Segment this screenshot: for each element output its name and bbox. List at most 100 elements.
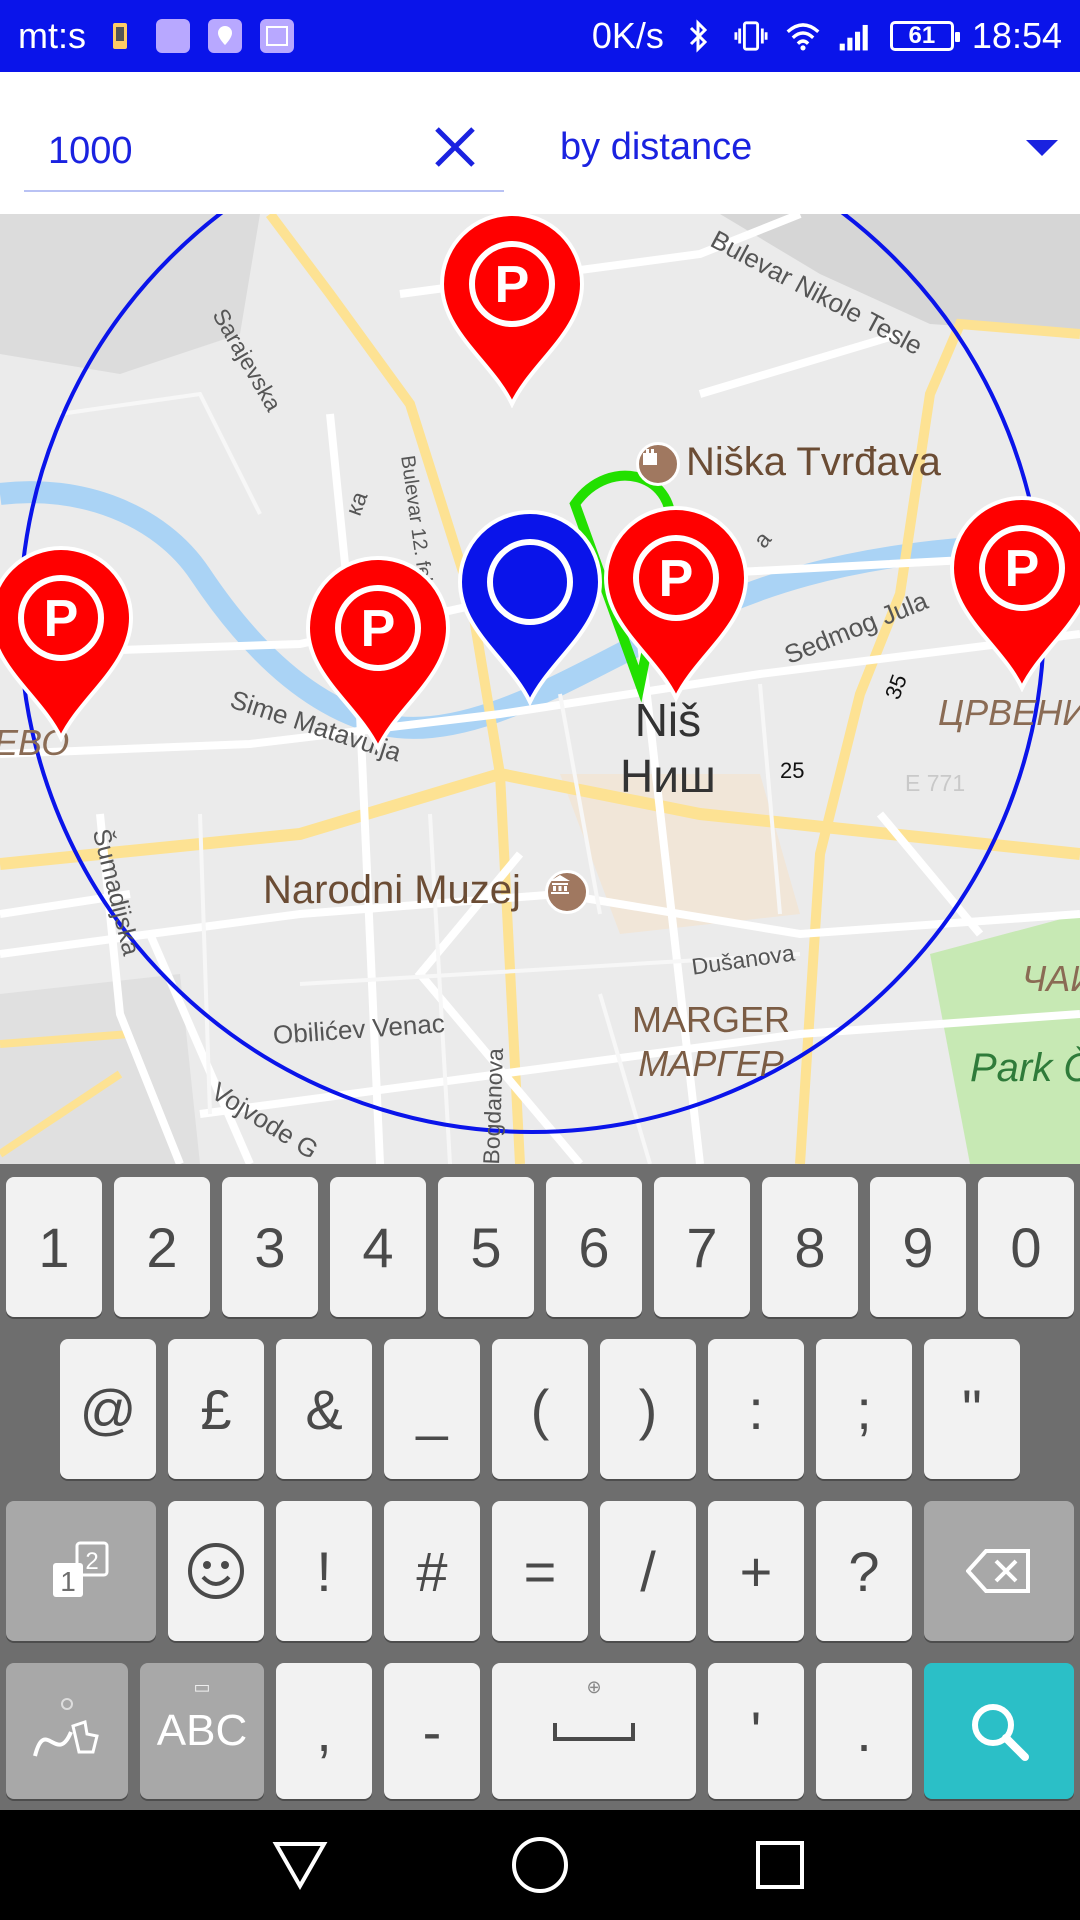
key-label: 2 — [146, 1215, 178, 1279]
key-label: 8 — [794, 1215, 826, 1279]
parking-pin[interactable]: P — [0, 546, 137, 742]
numeric-keyboard: 1 2 3 4 5 6 7 8 9 0 @ £ & _ ( ) : ; " 12… — [0, 1164, 1080, 1810]
bluetooth-icon — [682, 19, 716, 53]
key-equals[interactable]: = — [492, 1501, 588, 1641]
key-pound[interactable]: £ — [168, 1339, 264, 1479]
district-label-marger-latin: MARGER — [632, 999, 791, 1040]
back-icon — [272, 1842, 328, 1890]
key-label: # — [416, 1539, 448, 1603]
key-label: " — [962, 1377, 982, 1441]
status-right: 0K/s 61 18:54 — [592, 0, 1062, 72]
key-close-paren[interactable]: ) — [600, 1339, 696, 1479]
key-2[interactable]: 2 — [114, 1177, 210, 1317]
key-open-paren[interactable]: ( — [492, 1339, 588, 1479]
key-exclamation[interactable]: ! — [276, 1501, 372, 1641]
key-emoji[interactable] — [168, 1501, 264, 1641]
parking-pin[interactable]: P — [946, 496, 1080, 692]
place-label-niska-tvrdjava: Niška Tvrđava — [686, 440, 941, 484]
key-slash[interactable]: / — [600, 1501, 696, 1641]
key-4[interactable]: 4 — [330, 1177, 426, 1317]
svg-text:1: 1 — [60, 1566, 76, 1597]
map-view[interactable]: Sarajevska Bulevar Nikole Tesle Niška Tv… — [0, 214, 1080, 1164]
key-label: ; — [856, 1377, 872, 1441]
signal-icon — [838, 19, 872, 53]
key-period[interactable]: . — [816, 1663, 912, 1799]
city-label-nis-cyrillic: Ниш — [620, 750, 716, 802]
close-icon — [435, 127, 475, 167]
sort-dropdown[interactable]: by distance — [560, 112, 1070, 182]
key-9[interactable]: 9 — [870, 1177, 966, 1317]
parking-pin-label: P — [361, 600, 396, 658]
key-plus[interactable]: + — [708, 1501, 804, 1641]
key-label: . — [856, 1699, 872, 1763]
key-6[interactable]: 6 — [546, 1177, 642, 1317]
keyboard-icon — [156, 19, 190, 53]
home-button[interactable] — [505, 1835, 575, 1895]
search-icon — [972, 1704, 1029, 1761]
key-label: ) — [638, 1377, 658, 1441]
recents-button[interactable] — [745, 1835, 815, 1895]
screen: mt:s 0K/s 61 18:54 1000 by distance Sara… — [0, 0, 1080, 1920]
key-label: 5 — [470, 1215, 502, 1279]
key-label: ABC — [156, 1706, 248, 1755]
key-abc[interactable]: ▭ ABC — [140, 1663, 264, 1799]
net-speed-label: 0K/s — [591, 15, 664, 56]
key-search[interactable] — [924, 1663, 1074, 1799]
key-handwriting[interactable] — [6, 1663, 128, 1799]
key-ampersand[interactable]: & — [276, 1339, 372, 1479]
key-label: _ — [416, 1377, 448, 1441]
clock: 18:54 — [971, 15, 1062, 56]
key-7[interactable]: 7 — [654, 1177, 750, 1317]
key-label: ? — [848, 1539, 880, 1603]
key-at[interactable]: @ — [60, 1339, 156, 1479]
wifi-icon — [786, 19, 820, 53]
parking-pin[interactable]: P — [600, 506, 752, 702]
key-label: 1 — [38, 1215, 70, 1279]
sort-selected-label: by distance — [560, 125, 753, 168]
district-label-crveni-krst: ЦРВЕНИ — [938, 692, 1080, 733]
key-dash[interactable]: - — [384, 1663, 480, 1799]
key-label: ' — [750, 1699, 762, 1763]
parking-pin-label: P — [1005, 540, 1040, 598]
clear-button[interactable] — [425, 117, 485, 177]
page-switch-icon: 12 — [53, 1541, 109, 1597]
key-label: 0 — [1010, 1215, 1042, 1279]
key-3[interactable]: 3 — [222, 1177, 318, 1317]
svg-text:2: 2 — [85, 1548, 98, 1575]
key-label: ! — [316, 1539, 332, 1603]
key-hash[interactable]: # — [384, 1501, 480, 1641]
key-semicolon[interactable]: ; — [816, 1339, 912, 1479]
key-5[interactable]: 5 — [438, 1177, 534, 1317]
key-apostrophe[interactable]: ' — [708, 1663, 804, 1799]
parking-pin[interactable]: P — [436, 214, 588, 408]
parking-pin-label: P — [495, 256, 530, 314]
status-left: mt:s — [18, 0, 294, 72]
key-underscore[interactable]: _ — [384, 1339, 480, 1479]
handwriting-icon — [33, 1698, 99, 1757]
key-quote[interactable]: " — [924, 1339, 1020, 1479]
backspace-icon — [966, 1549, 1030, 1593]
key-label: £ — [200, 1377, 232, 1441]
back-button[interactable] — [265, 1835, 335, 1895]
key-space[interactable]: ⊕ — [492, 1663, 696, 1799]
fortress-icon — [636, 442, 680, 486]
key-label: & — [305, 1377, 343, 1441]
emoji-icon — [188, 1543, 244, 1599]
location-app-icon — [208, 19, 242, 53]
current-location-pin[interactable] — [454, 510, 606, 706]
key-0[interactable]: 0 — [978, 1177, 1074, 1317]
road-number-25: 25 — [780, 758, 805, 783]
road-label-e771: E 771 — [905, 770, 966, 796]
key-8[interactable]: 8 — [762, 1177, 858, 1317]
key-question[interactable]: ? — [816, 1501, 912, 1641]
key-comma[interactable]: , — [276, 1663, 372, 1799]
key-label: 3 — [254, 1215, 286, 1279]
key-symbol-page[interactable]: 12 — [6, 1501, 156, 1641]
home-icon — [512, 1837, 568, 1893]
parking-pin[interactable]: P — [302, 556, 454, 752]
key-label: ( — [530, 1377, 550, 1441]
phone-charge-icon — [104, 19, 138, 53]
key-1[interactable]: 1 — [6, 1177, 102, 1317]
key-colon[interactable]: : — [708, 1339, 804, 1479]
key-backspace[interactable] — [924, 1501, 1074, 1641]
